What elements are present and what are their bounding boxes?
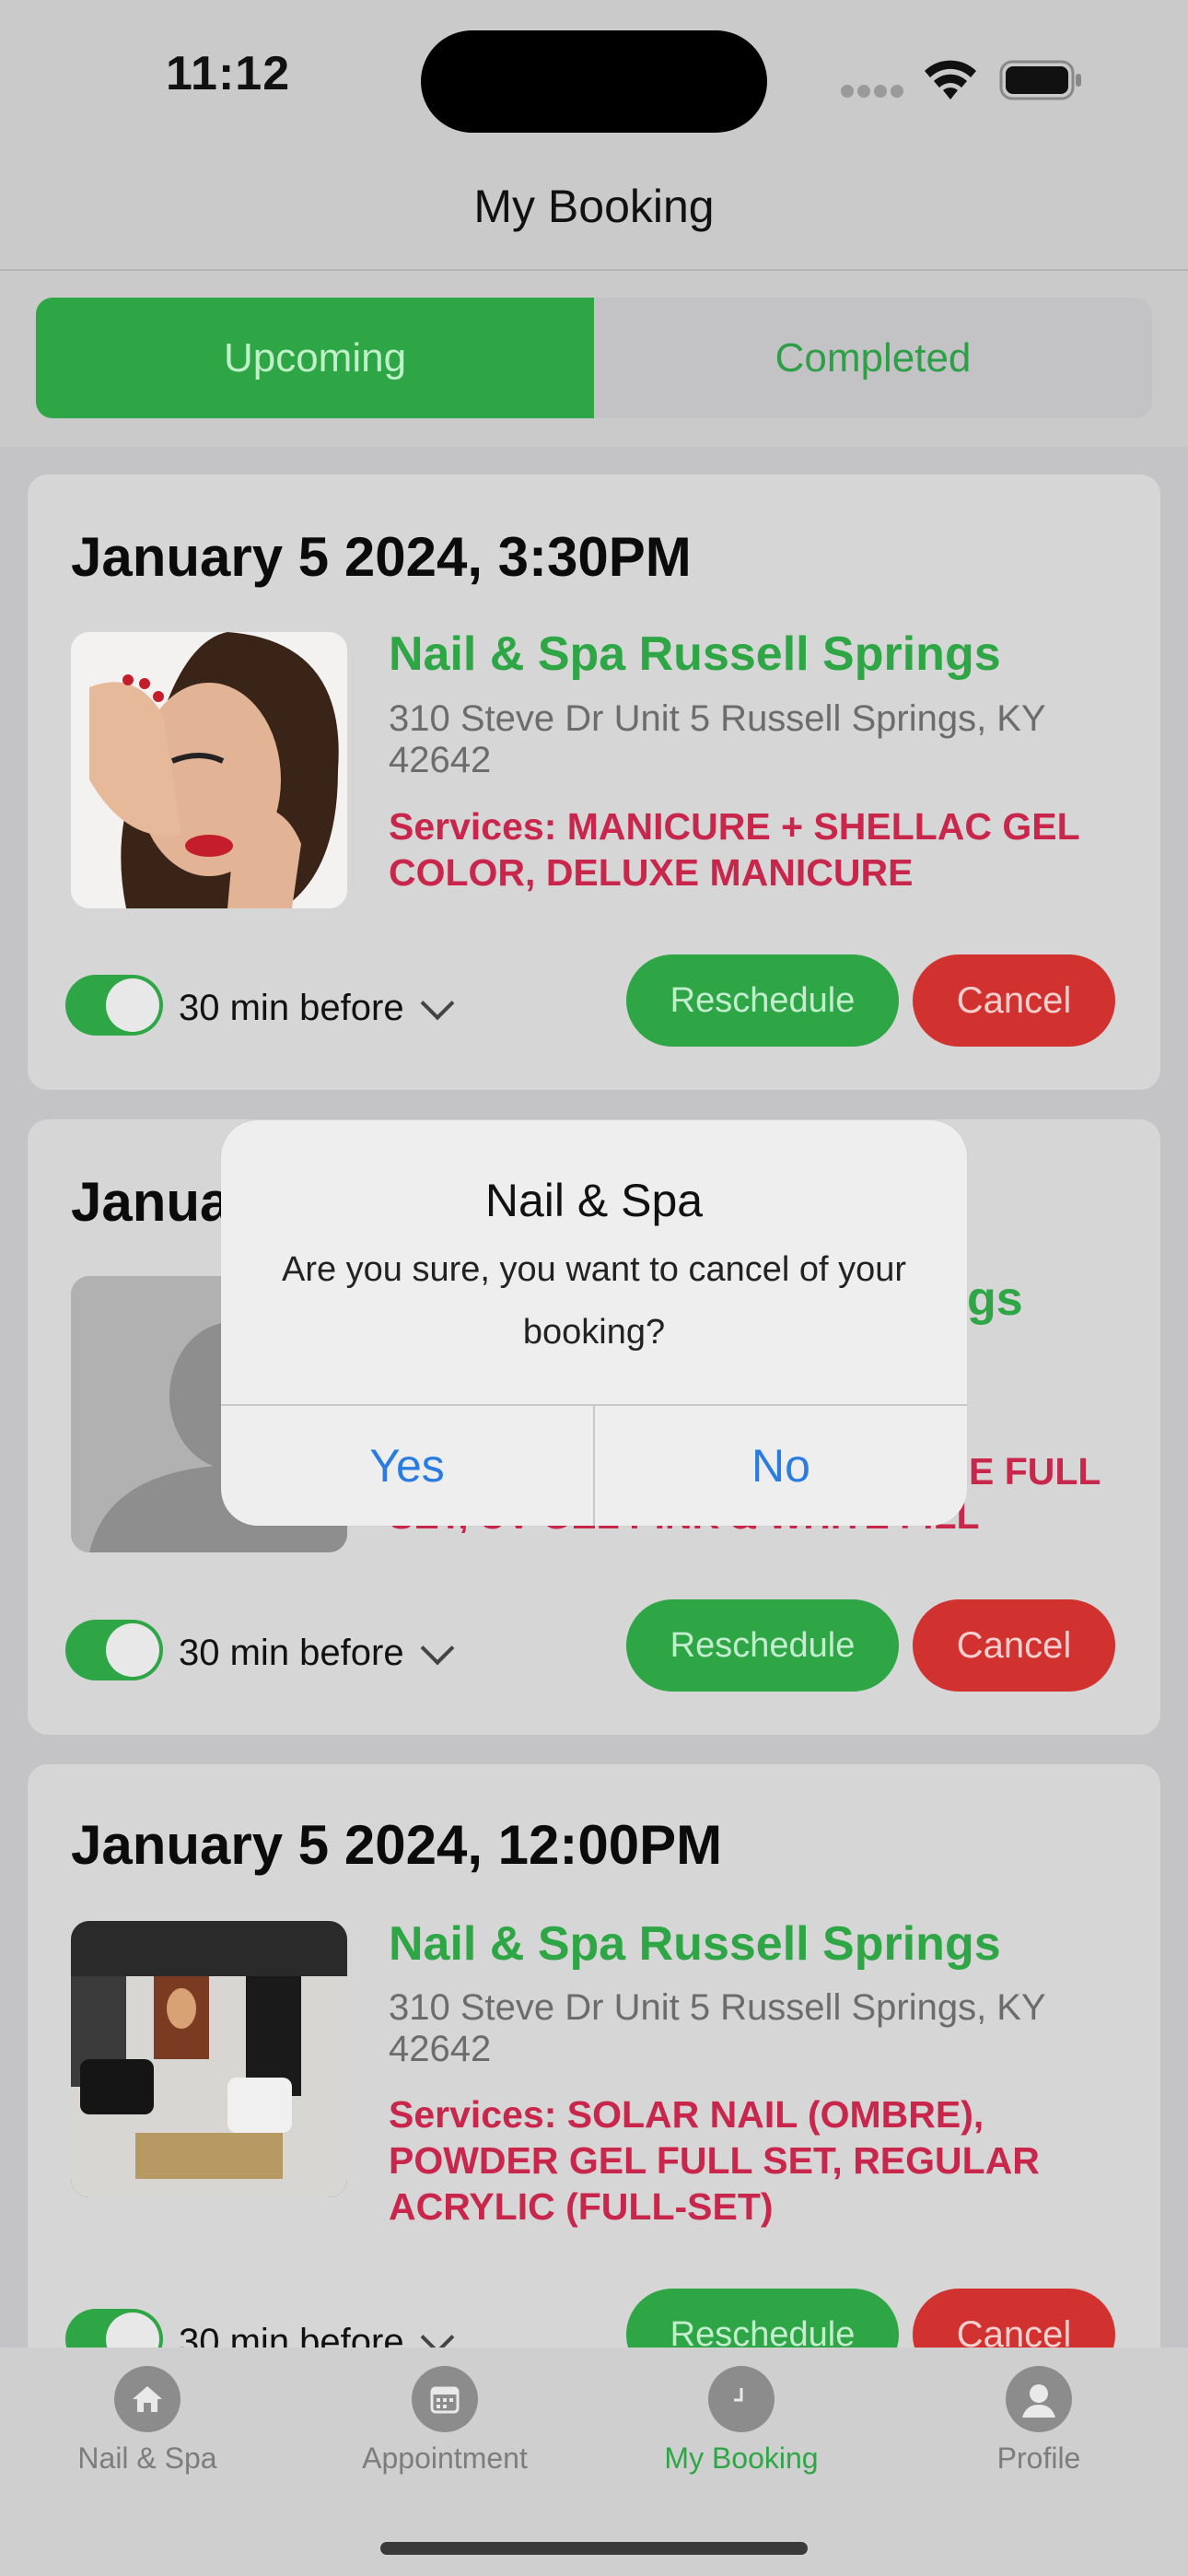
tabbar-item-appointment[interactable]: Appointment [344, 2366, 546, 2476]
cancel-confirm-alert: Nail & Spa Are you sure, you want to can… [221, 1120, 967, 1526]
tabbar-item-profile[interactable]: Profile [938, 2366, 1140, 2476]
user-icon [1006, 2366, 1072, 2432]
tabbar-label: My Booking [664, 2441, 819, 2475]
alert-title: Nail & Spa [484, 1175, 704, 1226]
alert-no-button[interactable]: No [595, 1406, 967, 1526]
home-icon [114, 2366, 181, 2432]
tabbar-item-nail-spa[interactable]: Nail & Spa [46, 2366, 249, 2476]
calendar-icon [412, 2366, 478, 2432]
tabbar-label: Nail & Spa [77, 2441, 217, 2475]
clock-icon [708, 2366, 775, 2432]
tabbar-item-my-booking[interactable]: My Booking [640, 2366, 843, 2476]
home-indicator [380, 2542, 808, 2555]
alert-message: Are you sure, you want to cancel of your… [281, 1250, 907, 1352]
alert-yes-button[interactable]: Yes [221, 1406, 593, 1526]
tabbar-label: Appointment [362, 2441, 528, 2475]
tabbar-label: Profile [996, 2441, 1081, 2475]
